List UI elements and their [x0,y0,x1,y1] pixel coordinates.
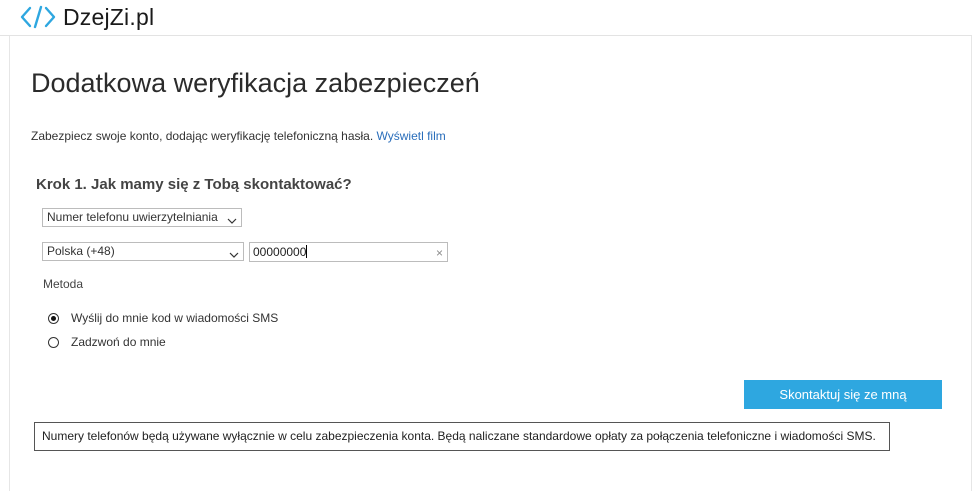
page-title: Dodatkowa weryfikacja zabezpieczeń [31,68,480,98]
page: DzejZi.pl Dodatkowa weryfikacja zabezpie… [0,0,972,491]
frame-left-border [9,0,10,491]
radio-label-sms: Wyślij do mnie kod w wiadomości SMS [71,311,279,325]
intro-text-line: Zabezpiecz swoje konto, dodając weryfika… [31,129,446,143]
chevron-down-icon [229,247,239,258]
intro-text: Zabezpiecz swoje konto, dodając weryfika… [31,129,374,143]
code-brackets-icon [20,4,56,30]
site-logo[interactable]: DzejZi.pl [20,4,154,30]
radio-option-sms[interactable]: Wyślij do mnie kod w wiadomości SMS [48,311,278,325]
text-cursor [306,245,308,258]
auth-method-select[interactable]: Numer telefonu uwierzytelniania [42,208,242,227]
logo-text: DzejZi.pl [63,3,155,30]
phone-usage-notice: Numery telefonów będą używane wyłącznie … [34,422,890,451]
phone-number-input[interactable]: 00000000 × [249,242,448,262]
step-title: Krok 1. Jak mamy się z Tobą skontaktować… [36,176,352,193]
method-label: Metoda [43,277,84,291]
radio-label-call: Zadzwoń do mnie [71,335,166,349]
radio-option-call[interactable]: Zadzwoń do mnie [48,335,166,349]
contact-me-button[interactable]: Skontaktuj się ze mną [744,380,942,409]
auth-method-select-value: Numer telefonu uwierzytelniania [47,210,218,224]
radio-button-unchecked[interactable] [48,336,59,348]
phone-number-value: 00000000 [253,245,307,259]
country-select-value: Polska (+48) [47,244,115,258]
watch-video-link[interactable]: Wyświetl film [377,129,446,143]
country-select[interactable]: Polska (+48) [42,242,244,261]
radio-button-checked[interactable] [48,312,59,324]
clear-icon[interactable]: × [436,244,443,262]
chevron-down-icon [227,213,237,224]
header-bar: DzejZi.pl [0,0,972,36]
